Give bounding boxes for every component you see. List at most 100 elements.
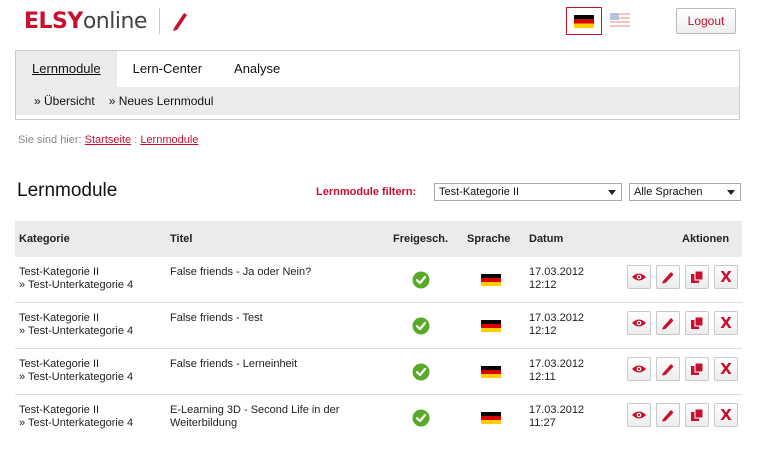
german-flag-icon xyxy=(481,366,501,378)
category-name: Test-Kategorie II xyxy=(19,312,100,324)
category-filter-value: Test-Kategorie II xyxy=(439,186,520,198)
title-cell[interactable]: False friends - Test xyxy=(170,312,370,325)
delete-button[interactable]: X xyxy=(714,403,738,427)
title-cell[interactable]: False friends - Lerneinheit xyxy=(170,358,370,371)
header-kategorie[interactable]: Kategorie xyxy=(19,233,70,245)
pencil-icon xyxy=(662,318,674,330)
subcategory-name: » Test-Unterkategorie 4 xyxy=(19,371,134,383)
header-freigeschaltet[interactable]: Freigesch. xyxy=(393,233,448,245)
edit-button[interactable] xyxy=(656,311,680,335)
table-row: Test-Kategorie II » Test-Unterkategorie … xyxy=(15,257,742,303)
pencil-icon xyxy=(662,410,674,422)
date-value: 17.03.2012 xyxy=(529,266,585,278)
german-flag-icon xyxy=(481,412,501,424)
chevron-down-icon xyxy=(608,190,616,195)
date-value: 17.03.2012 xyxy=(529,404,585,416)
view-button[interactable] xyxy=(627,311,651,335)
time-value: 12:12 xyxy=(529,325,557,337)
eye-icon xyxy=(632,319,646,327)
pencil-icon xyxy=(662,272,674,284)
header-aktionen: Aktionen xyxy=(682,233,730,245)
time-value: 12:12 xyxy=(529,279,557,291)
header-titel[interactable]: Titel xyxy=(170,233,192,245)
copy-button[interactable] xyxy=(685,403,709,427)
table-header: Kategorie Titel Freigesch. Sprache Datum… xyxy=(15,221,742,257)
edit-button[interactable] xyxy=(656,265,680,289)
edit-button[interactable] xyxy=(656,357,680,381)
tab-lern-center[interactable]: Lern-Center xyxy=(117,51,218,87)
date-cell: 17.03.2012 12:11 xyxy=(529,358,584,384)
logo-suffix: online xyxy=(82,8,148,34)
check-icon xyxy=(412,317,430,335)
page-title: Lernmodule xyxy=(17,180,118,201)
breadcrumb: Sie sind hier: Startseite : Lernmodule xyxy=(18,134,198,146)
language-filter-select[interactable]: Alle Sprachen xyxy=(629,183,741,201)
title-cell[interactable]: E-Learning 3D - Second Life in der Weite… xyxy=(170,404,370,430)
tab-analyse[interactable]: Analyse xyxy=(218,51,296,87)
subnav-uebersicht[interactable]: » Übersicht xyxy=(34,94,95,108)
header-datum[interactable]: Datum xyxy=(529,233,563,245)
german-flag-icon xyxy=(481,274,501,286)
category-filter-select[interactable]: Test-Kategorie II xyxy=(434,183,622,201)
copy-button[interactable] xyxy=(685,357,709,381)
row-actions: X xyxy=(627,403,743,427)
table-row: Test-Kategorie II » Test-Unterkategorie … xyxy=(15,303,742,349)
eye-icon xyxy=(632,273,646,281)
date-value: 17.03.2012 xyxy=(529,312,585,324)
breadcrumb-current-link[interactable]: Lernmodule xyxy=(140,134,198,146)
category-cell: Test-Kategorie II » Test-Unterkategorie … xyxy=(19,404,133,430)
language-filter-value: Alle Sprachen xyxy=(634,186,703,198)
table-row: Test-Kategorie II » Test-Unterkategorie … xyxy=(15,349,742,395)
time-value: 12:11 xyxy=(529,371,556,383)
german-flag-icon xyxy=(481,320,501,332)
delete-button[interactable]: X xyxy=(714,311,738,335)
header-sprache[interactable]: Sprache xyxy=(467,233,510,245)
elsy-logo[interactable]: ELSY online xyxy=(24,6,190,36)
copy-icon xyxy=(691,362,704,375)
category-cell: Test-Kategorie II » Test-Unterkategorie … xyxy=(19,312,133,338)
modules-table: Kategorie Titel Freigesch. Sprache Datum… xyxy=(15,221,742,441)
edit-button[interactable] xyxy=(656,403,680,427)
category-cell: Test-Kategorie II » Test-Unterkategorie … xyxy=(19,266,133,292)
date-value: 17.03.2012 xyxy=(529,358,585,370)
row-actions: X xyxy=(627,357,743,381)
copy-button[interactable] xyxy=(685,311,709,335)
language-en-button[interactable] xyxy=(610,13,630,27)
copy-icon xyxy=(691,270,704,283)
table-row: Test-Kategorie II » Test-Unterkategorie … xyxy=(15,395,742,441)
subnav: » Übersicht » Neues Lernmodul xyxy=(16,87,739,115)
delete-button[interactable]: X xyxy=(714,357,738,381)
pencil-icon xyxy=(662,364,674,376)
date-cell: 17.03.2012 12:12 xyxy=(529,266,584,292)
check-icon xyxy=(412,409,430,427)
language-de-button[interactable] xyxy=(566,7,602,35)
subnav-neues-lernmodul[interactable]: » Neues Lernmodul xyxy=(109,94,214,108)
view-button[interactable] xyxy=(627,403,651,427)
eye-icon xyxy=(632,365,646,373)
logo-divider xyxy=(158,8,160,34)
logout-button[interactable]: Logout xyxy=(676,8,736,34)
filter-label: Lernmodule filtern: xyxy=(316,186,417,198)
view-button[interactable] xyxy=(627,357,651,381)
nav-tabs: Lernmodule Lern-Center Analyse xyxy=(16,51,296,87)
tab-lernmodule[interactable]: Lernmodule xyxy=(16,51,117,87)
copy-icon xyxy=(691,316,704,329)
copy-button[interactable] xyxy=(685,265,709,289)
category-cell: Test-Kategorie II » Test-Unterkategorie … xyxy=(19,358,133,384)
us-flag-icon xyxy=(610,13,630,27)
eye-icon xyxy=(632,411,646,419)
category-name: Test-Kategorie II xyxy=(19,358,100,370)
breadcrumb-prefix: Sie sind hier: xyxy=(18,134,82,146)
main-navigation: Lernmodule Lern-Center Analyse » Übersic… xyxy=(15,50,740,120)
date-cell: 17.03.2012 11:27 xyxy=(529,404,584,430)
pencil-icon xyxy=(170,10,190,32)
title-cell[interactable]: False friends - Ja oder Nein? xyxy=(170,266,370,279)
check-icon xyxy=(412,271,430,289)
category-name: Test-Kategorie II xyxy=(19,266,100,278)
row-actions: X xyxy=(627,311,743,335)
view-button[interactable] xyxy=(627,265,651,289)
row-actions: X xyxy=(627,265,743,289)
breadcrumb-home-link[interactable]: Startseite xyxy=(85,134,131,146)
delete-button[interactable]: X xyxy=(714,265,738,289)
german-flag-icon xyxy=(574,14,594,28)
